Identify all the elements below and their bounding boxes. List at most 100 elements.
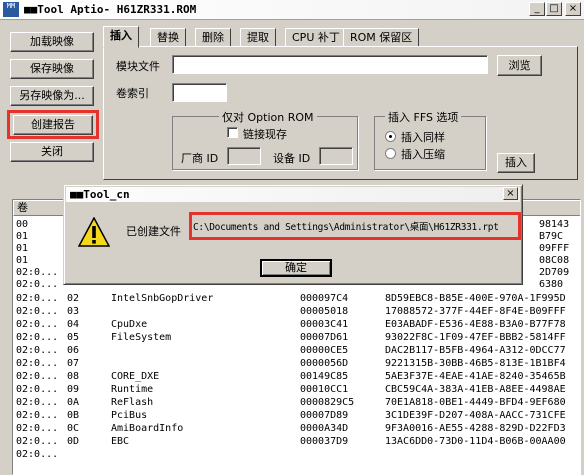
volume-cell: 02:0... (16, 384, 59, 395)
index-cell: 06 (67, 345, 80, 356)
index-cell: 09 (67, 384, 80, 395)
index-cell: 05 (67, 332, 80, 343)
index-cell: 08 (67, 371, 80, 382)
volume-cell: 02:0... (16, 449, 59, 460)
column-header-volume[interactable]: 卷 (13, 200, 67, 216)
index-cell: 02 (67, 293, 80, 304)
load-image-button[interactable]: 加载映像 (10, 32, 94, 52)
tab-cpu-patch[interactable]: CPU 补丁 (285, 28, 347, 47)
volume-cell: 02:0... (16, 397, 59, 408)
close-button[interactable]: × (565, 2, 581, 16)
link-existing-label: 链接现存 (243, 128, 287, 141)
minimize-button[interactable]: _ (529, 2, 545, 16)
name-cell: CORE_DXE (111, 371, 160, 382)
volume-cell: 02:0... (16, 279, 59, 290)
name-cell: Runtime (111, 384, 154, 395)
size-cell: 00149C85 (300, 371, 349, 382)
guid-cell: 13AC6DD0-73D0-11D4-B06B-00AA00 (385, 436, 566, 447)
table-row[interactable]: 02:0... 08 CORE_DXE 00149C85 5AE3F37E-4E… (13, 371, 580, 383)
size-cell: 00010CC1 (300, 384, 349, 395)
tab-extract[interactable]: 提取 (240, 28, 276, 47)
volume-cell: 02:0... (16, 345, 59, 356)
ffs-options-group: 插入 FFS 选项 插入同样 插入压缩 (374, 109, 486, 170)
table-row[interactable]: 02:0... 05 FileSystem 00007D61 93022F8C-… (13, 332, 580, 344)
guid-fragment-cell: 6380 (539, 279, 564, 290)
index-cell: 07 (67, 358, 80, 369)
dialog-close-button[interactable]: × (503, 187, 518, 200)
table-row[interactable]: 02:0... 0B PciBus 00007D89 3C1DE39F-D207… (13, 410, 580, 422)
tab-rom-reserved[interactable]: ROM 保留区 (343, 28, 420, 47)
name-cell: EBC (111, 436, 130, 447)
guid-fragment-cell: 08C08 (539, 255, 570, 266)
table-row[interactable]: 02:0... 0C AmiBoardInfo 0000A34D 9F3A001… (13, 423, 580, 435)
volume-cell: 02:0... (16, 267, 59, 278)
volume-cell: 01 (16, 243, 29, 254)
link-existing-checkbox[interactable] (227, 127, 238, 138)
guid-cell: 70E1A818-0BE1-4449-BFD4-9EF680 (385, 397, 566, 408)
option-rom-group: 仅对 Option ROM 链接现存 厂商 ID 设备 ID (172, 109, 358, 170)
close-app-button[interactable]: 关闭 (10, 142, 94, 162)
size-cell: 0000A34D (300, 423, 349, 434)
table-row[interactable]: 02:0... 03 00005018 17088572-377F-44EF-8… (13, 306, 580, 318)
table-row[interactable]: 02:0... 06 00000CE5 DAC2B117-B5FB-4964-A… (13, 345, 580, 357)
main-window: MM ■■Tool Aptio- H61ZR331.ROM _ □ × 加载映像… (0, 0, 584, 475)
save-image-as-button[interactable]: 另存映像为... (10, 86, 94, 106)
guid-cell: 9F3A0016-AE55-4288-829D-D22FD3 (385, 423, 566, 434)
table-row[interactable]: 02:0... 04 CpuDxe 00003C41 E03ABADF-E536… (13, 319, 580, 331)
ok-button[interactable]: 确定 (260, 259, 332, 277)
insert-as-is-radio[interactable] (385, 131, 396, 142)
guid-fragment-cell: 98143 (539, 219, 570, 230)
volume-cell: 02:0... (16, 332, 59, 343)
guid-fragment-cell: 2D709 (539, 267, 570, 278)
guid-cell: 5AE3F37E-4EAE-41AE-8240-35465B (385, 371, 566, 382)
size-cell: 00000CE5 (300, 345, 349, 356)
index-cell: 0B (67, 410, 80, 421)
index-cell: 04 (67, 319, 80, 330)
maximize-button[interactable]: □ (546, 2, 562, 16)
insert-as-is-label: 插入同样 (401, 131, 445, 144)
ffs-options-group-title: 插入 FFS 选项 (385, 109, 462, 125)
tab-replace[interactable]: 替换 (150, 28, 186, 47)
option-rom-group-title: 仅对 Option ROM (219, 109, 317, 125)
tab-delete[interactable]: 删除 (195, 28, 231, 47)
size-cell: 00007D61 (300, 332, 349, 343)
guid-fragment-cell: 09FFF (539, 243, 570, 254)
vendor-id-field[interactable] (227, 147, 261, 165)
volume-cell: 02:0... (16, 319, 59, 330)
name-cell (108, 345, 296, 357)
volume-cell: 02:0... (16, 358, 59, 369)
name-cell: AmiBoardInfo (111, 423, 184, 434)
index-cell: 0A (67, 397, 80, 408)
name-cell: PciBus (111, 410, 148, 421)
dialog-title-bar: ■■Tool_cn × (66, 187, 520, 202)
report-path-highlight: C:\Documents and Settings\Administrator\… (189, 212, 521, 240)
volume-cell: 02:0... (16, 423, 59, 434)
device-id-field[interactable] (319, 147, 353, 165)
app-icon: MM (3, 2, 19, 17)
volume-cell: 02:0... (16, 293, 59, 304)
report-created-dialog: ■■Tool_cn × 已创建文件 C:\Documents and Setti… (63, 184, 523, 285)
volume-index-field[interactable] (172, 83, 227, 102)
table-row[interactable]: 02:0... 0D EBC 000037D9 13AC6DD0-73D0-11… (13, 436, 580, 448)
index-cell: 0D (67, 436, 80, 447)
save-image-button[interactable]: 保存映像 (10, 59, 94, 79)
table-row[interactable]: 02:0... 0A ReFlash 0000829C5 70E1A818-0B… (13, 397, 580, 409)
volume-cell: 01 (16, 255, 29, 266)
table-row[interactable]: 02:0... (13, 449, 580, 463)
size-cell: 0000829C5 (300, 397, 355, 408)
insert-compressed-radio[interactable] (385, 148, 396, 159)
table-row[interactable]: 02:0... 02 IntelSnbGopDriver 000097C4 8D… (13, 293, 580, 305)
guid-fragment-cell: B79C (539, 231, 564, 242)
guid-cell: 17088572-377F-44EF-8F4E-B09FFF (385, 306, 566, 317)
tab-insert[interactable]: 插入 (103, 26, 139, 48)
browse-button[interactable]: 浏览 (497, 55, 542, 76)
guid-cell: 8D59EBC8-B85E-400E-970A-1F995D (385, 293, 566, 304)
guid-cell: CBC59C4A-383A-41EB-A8EE-4498AE (385, 384, 566, 395)
module-file-field[interactable] (172, 55, 488, 74)
table-row[interactable]: 02:0... 09 Runtime 00010CC1 CBC59C4A-383… (13, 384, 580, 396)
insert-compressed-label: 插入压缩 (401, 148, 445, 161)
guid-cell: 93022F8C-1F09-47EF-BBB2-5814FF (385, 332, 566, 343)
insert-button[interactable]: 插入 (497, 153, 535, 173)
table-row[interactable]: 02:0... 07 0000056D 9221315B-30BB-46B5-8… (13, 358, 580, 370)
warning-icon (78, 217, 110, 247)
